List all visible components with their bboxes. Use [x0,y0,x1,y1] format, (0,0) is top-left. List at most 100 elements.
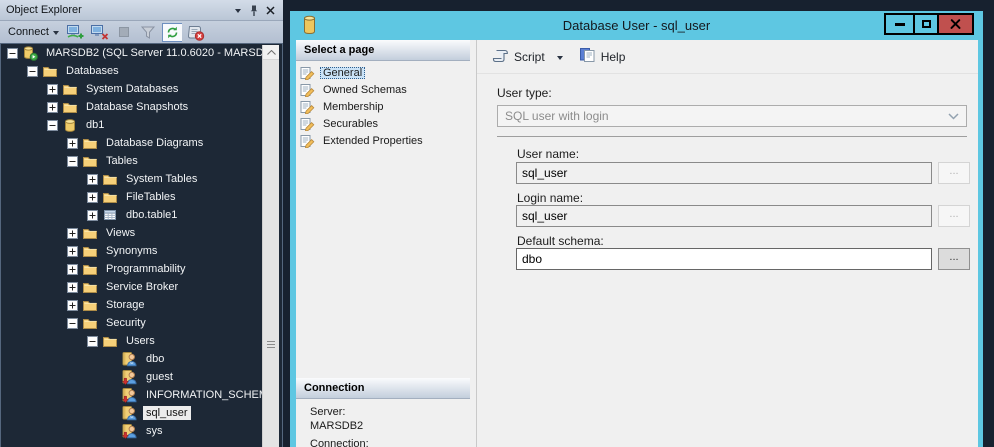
dialog-title: Database User - sql_user [290,11,983,40]
script-label: Script [514,50,545,64]
minimize-button[interactable] [884,13,915,35]
script-dropdown-icon[interactable] [557,56,563,60]
login-name-field[interactable] [516,205,932,227]
collapse-icon[interactable] [67,318,78,329]
folder-icon [82,261,98,277]
script-error-icon[interactable] [186,23,206,42]
tree-item-system-databases[interactable]: System Databases [1,80,282,98]
tree-item-databases[interactable]: Databases [1,62,282,80]
tree-item-tables[interactable]: Tables [1,152,282,170]
tree-item-system-tables[interactable]: System Tables [1,170,282,188]
server-label: Server: [310,406,345,418]
scrollbar-grip[interactable] [267,341,275,348]
stop-icon [114,23,134,42]
tree-item-security[interactable]: Security [1,314,282,332]
default-schema-field[interactable] [516,248,932,270]
tree-item-label: guest [143,370,176,384]
folder-icon [102,189,118,205]
tree-item-label: Database Diagrams [103,136,206,150]
database-user-dialog: Database User - sql_user Select a page G… [290,11,983,447]
default-schema-browse-button[interactable]: ... [938,248,970,270]
object-explorer-title: Object Explorer [6,4,82,16]
expand-icon[interactable] [67,300,78,311]
user-type-select[interactable]: SQL user with login [497,105,967,127]
page-item-label: General [320,67,365,79]
scroll-up-icon[interactable] [263,45,279,60]
tree-scrollbar[interactable] [262,45,279,447]
close-icon[interactable] [262,3,278,18]
expand-icon[interactable] [47,84,58,95]
expand-icon[interactable] [67,246,78,257]
connection-header: Connection [296,378,470,399]
pin-icon[interactable] [246,3,262,18]
refresh-icon[interactable] [162,23,182,42]
expander-spacer [107,372,118,383]
dialog-titlebar[interactable]: Database User - sql_user [290,11,983,40]
tree-item-label: MARSDB2 (SQL Server 11.0.6020 - MARSD [43,46,267,60]
window-position-menu-icon[interactable] [230,3,246,18]
page-item-extended-properties[interactable]: Extended Properties [296,132,470,149]
tree-item-db1[interactable]: db1 [1,116,282,134]
expand-icon[interactable] [67,228,78,239]
help-icon [579,47,596,66]
tree-item-dbo-table1[interactable]: dbo.table1 [1,206,282,224]
tree-item-label: dbo [143,352,167,366]
folder-icon [62,81,78,97]
script-button[interactable]: Script [489,45,547,69]
tree-item-label: Databases [63,64,122,78]
collapse-icon[interactable] [7,48,18,59]
tree-item-programmability[interactable]: Programmability [1,260,282,278]
page-item-label: Extended Properties [320,135,426,147]
maximize-button[interactable] [913,13,939,35]
server-icon [22,45,38,61]
user-name-label: User name: [517,147,579,161]
expand-icon[interactable] [47,102,58,113]
tree-item-filetables[interactable]: FileTables [1,188,282,206]
tree-item-storage[interactable]: Storage [1,296,282,314]
expand-icon[interactable] [87,174,98,185]
expand-icon[interactable] [67,282,78,293]
expand-icon[interactable] [87,210,98,221]
connect-label: Connect [8,26,49,38]
user-disabled-icon [122,423,138,439]
connect-button[interactable]: Connect [5,24,62,40]
tree-item-synonyms[interactable]: Synonyms [1,242,282,260]
tree-item-label: System Tables [123,172,200,186]
tree-item-sql-user[interactable]: sql_user [1,404,282,422]
page-icon [300,83,315,97]
page-item-owned-schemas[interactable]: Owned Schemas [296,81,470,98]
expand-icon[interactable] [87,192,98,203]
user-disabled-icon [122,369,138,385]
tree-item-database-snapshots[interactable]: Database Snapshots [1,98,282,116]
dialog-toolbar: Script Help [477,40,978,74]
tree-item-label: Security [103,316,149,330]
collapse-icon[interactable] [27,66,38,77]
tree-item-information-schem[interactable]: INFORMATION_SCHEM [1,386,282,404]
close-button[interactable] [937,13,974,35]
expand-icon[interactable] [67,138,78,149]
tree-item-service-broker[interactable]: Service Broker [1,278,282,296]
tree-item-dbo[interactable]: dbo [1,350,282,368]
user-icon [122,351,138,367]
tree-item-label: Users [123,334,158,348]
page-item-general[interactable]: General [296,64,470,81]
tree-item-guest[interactable]: guest [1,368,282,386]
help-button[interactable]: Help [577,44,628,69]
collapse-icon[interactable] [87,336,98,347]
page-icon [300,100,315,114]
disconnect-server-icon[interactable] [90,23,110,42]
tree-item-marsdb2-sql-server-11-0-6020-marsd[interactable]: MARSDB2 (SQL Server 11.0.6020 - MARSD [1,44,282,62]
tree-item-label: Views [103,226,138,240]
expand-icon[interactable] [67,264,78,275]
page-item-membership[interactable]: Membership [296,98,470,115]
collapse-icon[interactable] [47,120,58,131]
tree-item-users[interactable]: Users [1,332,282,350]
tree-item-sys[interactable]: sys [1,422,282,440]
user-name-field[interactable] [516,162,932,184]
page-item-securables[interactable]: Securables [296,115,470,132]
tree-item-views[interactable]: Views [1,224,282,242]
connect-server-icon[interactable] [66,23,86,42]
user-type-value: SQL user with login [505,109,609,123]
tree-item-database-diagrams[interactable]: Database Diagrams [1,134,282,152]
collapse-icon[interactable] [67,156,78,167]
